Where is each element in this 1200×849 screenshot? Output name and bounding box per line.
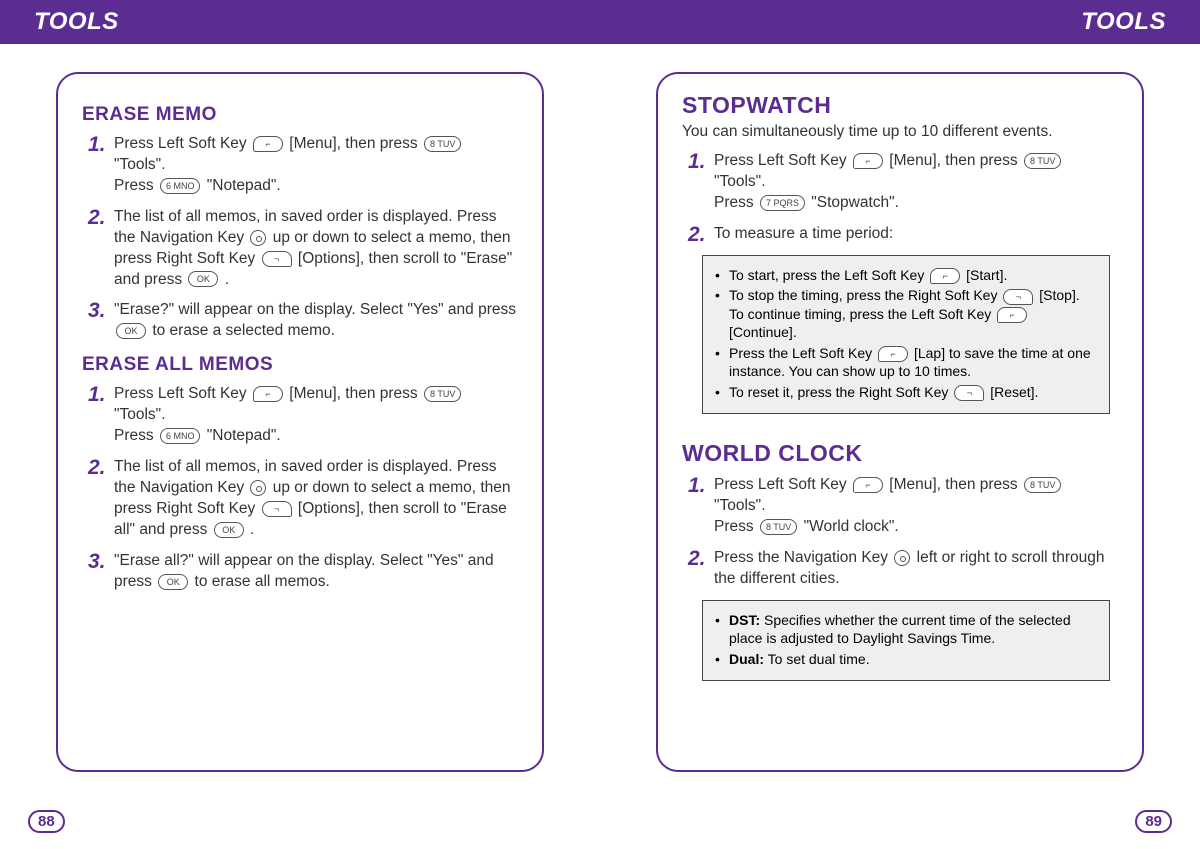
step-text: Press Left Soft Key [Menu], then press "…: [114, 384, 518, 447]
header-title-left: TOOLS: [34, 8, 119, 36]
step-text: "Erase?" will appear on the display. Sel…: [114, 300, 518, 342]
ok-key-icon: [214, 522, 244, 538]
step-number: 2.: [688, 548, 708, 590]
nav-key-icon: [894, 550, 910, 566]
key-7-icon: [760, 195, 805, 211]
key-8-icon: [1024, 477, 1061, 493]
step-number: 3.: [88, 300, 108, 342]
nav-key-icon: [250, 480, 266, 496]
world-clock-heading: WORLD CLOCK: [682, 440, 1118, 467]
step-text: "Erase all?" will appear on the display.…: [114, 551, 518, 593]
stopwatch-heading: STOPWATCH: [682, 92, 1118, 119]
step-number: 1.: [88, 134, 108, 197]
step-number: 2.: [688, 224, 708, 245]
page-header-left: TOOLS: [0, 0, 600, 44]
content-panel-right: STOPWATCH You can simultaneously time up…: [656, 72, 1144, 772]
step-text: Press the Navigation Key left or right t…: [714, 548, 1118, 590]
left-soft-key-icon: [930, 268, 960, 284]
left-soft-key-icon: [853, 153, 883, 169]
step-text: Press Left Soft Key [Menu], then press "…: [114, 134, 518, 197]
key-8-icon: [424, 386, 461, 402]
world-clock-steps: 1. Press Left Soft Key [Menu], then pres…: [682, 475, 1118, 590]
step-number: 3.: [88, 551, 108, 593]
key-8-icon: [1024, 153, 1061, 169]
left-soft-key-icon: [853, 477, 883, 493]
step-number: 1.: [688, 151, 708, 214]
right-soft-key-icon: [262, 251, 292, 267]
step-text: To measure a time period:: [714, 224, 893, 245]
left-soft-key-icon: [253, 386, 283, 402]
world-clock-info-box: • DST: Specifies whether the current tim…: [702, 600, 1110, 681]
key-8-icon: [760, 519, 797, 535]
right-soft-key-icon: [1003, 289, 1033, 305]
key-8-icon: [424, 136, 461, 152]
ok-key-icon: [116, 323, 146, 339]
page-number-right: 89: [1135, 810, 1172, 833]
stopwatch-info-box: • To start, press the Left Soft Key [Sta…: [702, 255, 1110, 414]
ok-key-icon: [188, 271, 218, 287]
step-number: 1.: [88, 384, 108, 447]
ok-key-icon: [158, 574, 188, 590]
stopwatch-intro: You can simultaneously time up to 10 dif…: [682, 123, 1118, 141]
erase-all-memos-steps: 1. Press Left Soft Key [Menu], then pres…: [82, 384, 518, 592]
erase-all-memos-heading: ERASE ALL MEMOS: [82, 354, 518, 376]
key-6-icon: [160, 178, 201, 194]
step-text: The list of all memos, in saved order is…: [114, 457, 518, 541]
step-number: 2.: [88, 207, 108, 291]
step-text: Press Left Soft Key [Menu], then press "…: [714, 151, 1118, 214]
page-number-left: 88: [28, 810, 65, 833]
step-number: 1.: [688, 475, 708, 538]
nav-key-icon: [250, 230, 266, 246]
left-soft-key-icon: [253, 136, 283, 152]
erase-memo-steps: 1. Press Left Soft Key [Menu], then pres…: [82, 134, 518, 342]
content-panel-left: ERASE MEMO 1. Press Left Soft Key [Menu]…: [56, 72, 544, 772]
step-text: Press Left Soft Key [Menu], then press "…: [714, 475, 1118, 538]
right-soft-key-icon: [954, 385, 984, 401]
key-6-icon: [160, 428, 201, 444]
erase-memo-heading: ERASE MEMO: [82, 104, 518, 126]
step-number: 2.: [88, 457, 108, 541]
right-soft-key-icon: [262, 501, 292, 517]
header-title-right: TOOLS: [1081, 8, 1166, 36]
left-soft-key-icon: [878, 346, 908, 362]
step-text: The list of all memos, in saved order is…: [114, 207, 518, 291]
page-header-right: TOOLS: [600, 0, 1200, 44]
left-soft-key-icon: [997, 307, 1027, 323]
stopwatch-steps: 1. Press Left Soft Key [Menu], then pres…: [682, 151, 1118, 245]
